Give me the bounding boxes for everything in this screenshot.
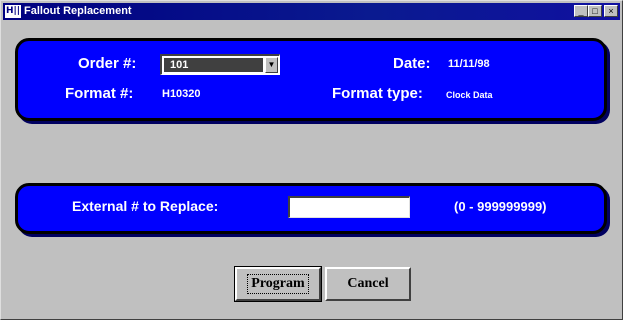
format-label: Format #:: [65, 85, 134, 102]
title-bar[interactable]: H|| Fallout Replacement _ □ ×: [3, 3, 620, 20]
cancel-button[interactable]: Cancel: [325, 267, 411, 301]
chevron-down-icon[interactable]: ▼: [265, 57, 278, 73]
format-type-value: Clock Data: [446, 90, 493, 100]
order-label: Order #:: [78, 55, 137, 72]
minimize-button[interactable]: _: [574, 5, 588, 17]
format-type-label: Format type:: [332, 85, 423, 102]
close-icon: ×: [608, 6, 614, 16]
app-icon: H||: [5, 5, 21, 18]
maximize-button[interactable]: □: [588, 5, 602, 17]
order-dropdown[interactable]: 101 ▼: [160, 54, 280, 75]
cancel-button-label: Cancel: [347, 276, 389, 291]
minimize-icon: _: [578, 6, 584, 16]
range-hint: (0 - 999999999): [454, 199, 547, 214]
external-number-input[interactable]: [288, 196, 410, 218]
external-replace-panel: External # to Replace: (0 - 999999999): [15, 183, 607, 234]
program-button[interactable]: Program: [234, 266, 322, 302]
format-value: H10320: [162, 88, 201, 100]
date-value: 11/11/98: [448, 58, 490, 70]
close-button[interactable]: ×: [604, 5, 618, 17]
external-label: External # to Replace:: [72, 198, 219, 214]
fallout-replacement-window: H|| Fallout Replacement _ □ × Order #: 1…: [0, 0, 623, 320]
program-button-label: Program: [247, 274, 309, 294]
order-info-panel: Order #: 101 ▼ Date: 11/11/98 Format #: …: [15, 38, 607, 121]
window-title: Fallout Replacement: [24, 5, 132, 17]
date-label: Date:: [393, 55, 431, 72]
order-dropdown-value: 101: [164, 58, 263, 72]
maximize-icon: □: [592, 6, 598, 16]
